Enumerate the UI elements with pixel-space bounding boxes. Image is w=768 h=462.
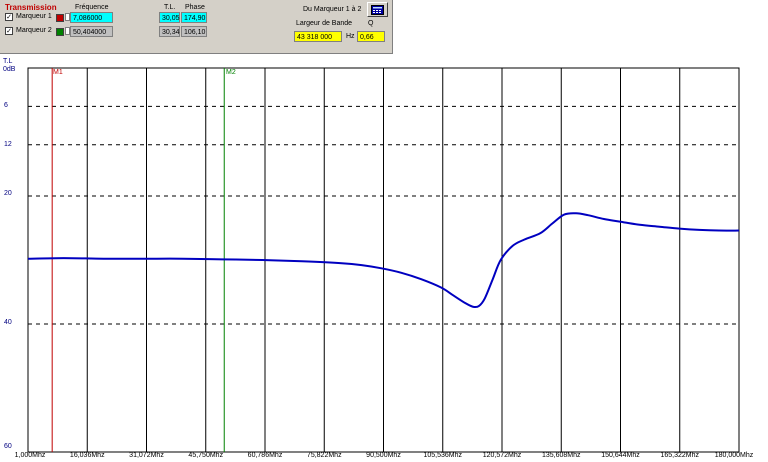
transmission-chart: [27, 67, 740, 453]
